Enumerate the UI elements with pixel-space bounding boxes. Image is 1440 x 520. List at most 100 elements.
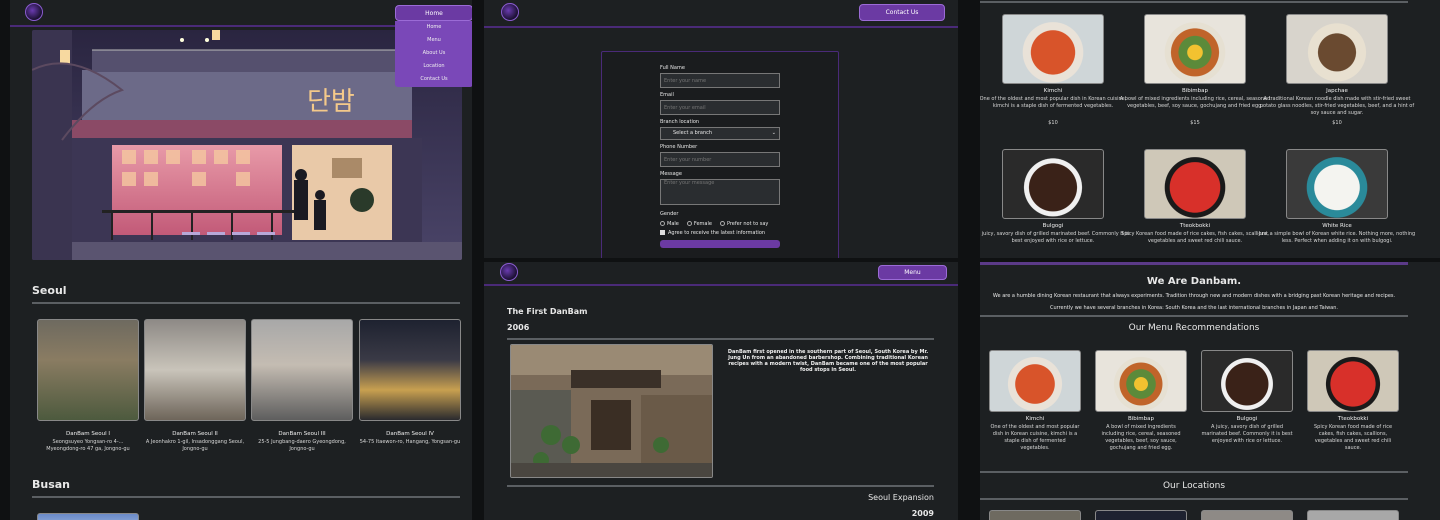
location-thumb[interactable] xyxy=(1095,510,1187,520)
first-danbam-text: DanBam first opened in the southern part… xyxy=(727,349,929,373)
recommendation-desc: A bowl of mixed ingredients including ri… xyxy=(1101,424,1181,451)
menu-item-card[interactable]: Japchae A traditional Korean noodle dish … xyxy=(1256,14,1418,127)
recommendation-desc: One of the oldest and most popular dish … xyxy=(990,424,1080,451)
menu-item-price: $10 xyxy=(1332,120,1342,126)
menu-item-photo xyxy=(1002,149,1104,219)
first-danbam-photo xyxy=(510,344,713,478)
menu-item-desc: A juicy, savory dish of grilled marinate… xyxy=(980,231,1130,244)
nav-home-button[interactable]: Home xyxy=(395,5,472,21)
recommendation-desc: A juicy, savory dish of grilled marinate… xyxy=(1201,424,1293,444)
menu-item-photo xyxy=(1002,14,1104,84)
home-heading: We Are Danbam. xyxy=(1146,276,1242,287)
gender-other-radio[interactable]: Prefer not to say xyxy=(719,221,768,227)
danbam-logo[interactable] xyxy=(25,3,43,21)
dropdown-item-about[interactable]: About Us xyxy=(395,50,472,63)
recommendation-card[interactable]: Bulgogi A juicy, savory dish of grilled m… xyxy=(1201,350,1293,460)
danbam-logo[interactable] xyxy=(501,3,519,21)
menu-item-card[interactable]: Kimchi One of the oldest and most popular… xyxy=(980,14,1134,127)
locations-page-panel: Home Home Menu About Us Location Contact… xyxy=(10,0,472,520)
menu-item-name: White Rice xyxy=(1322,223,1352,229)
dropdown-item-home[interactable]: Home xyxy=(395,24,472,37)
recommendation-photo xyxy=(1095,350,1187,412)
agree-checkbox-row[interactable]: Agree to receive the latest information xyxy=(660,228,780,237)
gender-female-radio[interactable]: Female xyxy=(686,220,712,227)
recommendation-card[interactable]: Bibimbap A bowl of mixed ingredients incl… xyxy=(1095,350,1187,460)
message-textarea[interactable] xyxy=(660,179,780,205)
recommendation-card[interactable]: Kimchi One of the oldest and most popular… xyxy=(989,350,1081,460)
expansion-title: Seoul Expansion xyxy=(868,493,934,502)
chevron-down-icon: ⌄ xyxy=(771,130,776,136)
location-thumb[interactable] xyxy=(1307,510,1399,520)
gender-option-label: Male xyxy=(667,220,679,227)
first-danbam-year: 2006 xyxy=(507,323,530,332)
full-name-label: Full Name xyxy=(660,65,685,71)
expansion-year: 2009 xyxy=(911,509,934,518)
email-input[interactable] xyxy=(660,100,780,115)
store-photo xyxy=(251,319,353,421)
menu-item-price: $15 xyxy=(1190,120,1200,126)
store-card-seoul-1[interactable]: DanBam Seoul I Seongsuyeo Yongsan-ro 4-.… xyxy=(37,319,139,453)
home-intro-2: Currently we have several branches in Ko… xyxy=(1049,305,1338,311)
contact-us-button[interactable]: Contact Us xyxy=(859,4,945,21)
gender-option-label: Female xyxy=(693,220,712,227)
section-title-busan: Busan xyxy=(32,478,71,491)
locations-title: Our Locations xyxy=(1162,481,1226,491)
menu-item-photo xyxy=(1144,14,1246,84)
branch-label: Branch location xyxy=(660,119,700,125)
submit-button[interactable] xyxy=(660,240,780,248)
about-page-panel: Menu The First DanBam 2006 DanBam first … xyxy=(484,262,958,520)
recommendation-photo xyxy=(1201,350,1293,412)
menu-item-desc: A traditional Korean noodle dish made wi… xyxy=(1259,96,1415,116)
location-thumb[interactable] xyxy=(1201,510,1293,520)
menu-item-card[interactable]: Tteokbokki Spicy Korean food made of rice… xyxy=(1114,149,1276,253)
store-address: 25-5 Jungbang-daero Gyeongdong, Jongno-g… xyxy=(258,439,346,452)
recommendation-name: Bulgogi xyxy=(1236,416,1258,422)
menu-item-photo xyxy=(1286,14,1388,84)
menu-item-desc: One of the oldest and most popular dish … xyxy=(980,96,1127,109)
branch-select-value: Select a branch xyxy=(673,130,713,136)
recommendation-name: Kimchi xyxy=(1025,416,1045,422)
store-card-seoul-3[interactable]: DanBam Seoul III 25-5 Jungbang-daero Gye… xyxy=(251,319,353,453)
location-thumb[interactable] xyxy=(989,510,1081,520)
message-label: Message xyxy=(660,171,682,177)
recommendation-desc: Spicy Korean food made of rice cakes, fi… xyxy=(1313,424,1393,451)
store-photo xyxy=(359,319,461,421)
menu-item-photo xyxy=(1286,149,1388,219)
menu-item-name: Tteokbokki xyxy=(1179,223,1211,229)
dropdown-item-contact[interactable]: Contact Us xyxy=(395,76,472,89)
menu-item-card[interactable]: White Rice Just a simple bowl of Korean w… xyxy=(1256,149,1418,253)
agree-label: Agree to receive the latest information xyxy=(668,229,766,236)
menu-item-name: Bulgogi xyxy=(1042,223,1064,229)
danbam-logo[interactable] xyxy=(500,263,518,281)
menu-item-name: Japchae xyxy=(1326,88,1348,94)
menu-item-desc: Just a simple bowl of Korean white rice.… xyxy=(1258,231,1416,244)
agree-checkbox[interactable] xyxy=(660,230,665,235)
phone-input[interactable] xyxy=(660,152,780,167)
store-photo xyxy=(144,319,246,421)
recommendation-card[interactable]: Tteokbokki Spicy Korean food made of rice… xyxy=(1307,350,1399,460)
menu-button[interactable]: Menu xyxy=(878,265,947,280)
menu-item-name: Kimchi xyxy=(1043,88,1063,94)
store-name: DanBam Seoul IV xyxy=(386,431,434,437)
menu-page-panel: Kimchi One of the oldest and most popular… xyxy=(980,0,1440,258)
dropdown-item-menu[interactable]: Menu xyxy=(395,37,472,50)
recommendation-photo xyxy=(1307,350,1399,412)
gender-label: Gender xyxy=(660,211,679,217)
gender-male-radio[interactable]: Male xyxy=(660,221,679,227)
dropdown-item-location[interactable]: Location xyxy=(395,63,472,76)
contact-form: Full Name Email Branch location Select a… xyxy=(601,51,839,258)
branch-select[interactable]: Select a branch ⌄ xyxy=(660,127,780,140)
store-card-seoul-4[interactable]: DanBam Seoul IV 54-75 Itaewon-ro, Hangan… xyxy=(359,319,461,446)
recommendation-name: Bibimbap xyxy=(1127,416,1155,422)
menu-item-card[interactable]: Bulgogi A juicy, savory dish of grilled m… xyxy=(980,149,1134,253)
hero-sign: 단밤 xyxy=(307,87,355,117)
first-danbam-title: The First DanBam xyxy=(507,307,588,316)
store-card-seoul-2[interactable]: DanBam Seoul II A Jeonhakro 1-gil, Insad… xyxy=(144,319,246,453)
full-name-input[interactable] xyxy=(660,73,780,88)
recs-title: Our Menu Recommendations xyxy=(1128,323,1260,333)
store-address: A Jeonhakro 1-gil, Insadonggang Seoul, J… xyxy=(145,439,245,452)
menu-item-card[interactable]: Bibimbap A bowl of mixed ingredients incl… xyxy=(1114,14,1276,127)
email-label: Email xyxy=(660,92,674,98)
section-title-seoul: Seoul xyxy=(32,284,67,297)
home-page-panel: We Are Danbam. We are a humble dining Ko… xyxy=(980,262,1440,520)
